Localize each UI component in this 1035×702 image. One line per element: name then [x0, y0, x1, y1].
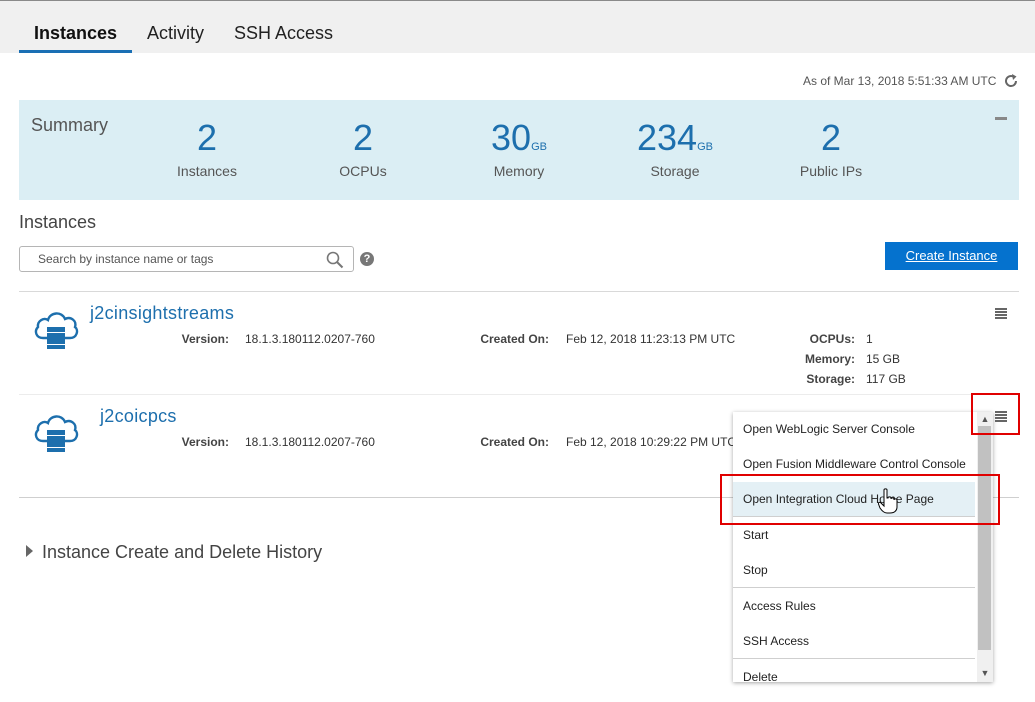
history-section-toggle[interactable]: Instance Create and Delete History	[26, 542, 322, 563]
created-value: Feb 12, 2018 11:23:13 PM UTC	[566, 332, 736, 346]
storage-label: Storage:	[806, 372, 855, 386]
metric-value: 30	[491, 117, 532, 158]
highlight-box-menu-item	[720, 474, 1000, 525]
menu-item-weblogic-console[interactable]: Open WebLogic Server Console	[743, 422, 915, 436]
menu-separator	[733, 587, 975, 588]
hand-cursor-icon	[878, 488, 898, 514]
highlight-box-menu-button	[971, 393, 1020, 435]
summary-title: Summary	[31, 115, 109, 135]
scroll-down-icon[interactable]: ▼	[977, 666, 993, 680]
menu-separator	[733, 658, 975, 659]
collapse-icon[interactable]	[995, 117, 1007, 120]
metric-unit: GB	[531, 141, 547, 153]
active-tab-indicator	[19, 50, 132, 53]
menu-item-start[interactable]: Start	[743, 528, 768, 542]
metric-label: Memory	[493, 163, 545, 179]
as-of-timestamp: As of Mar 13, 2018 5:51:33 AM UTC	[803, 74, 997, 88]
metric-label: Storage	[650, 163, 700, 179]
instance-name-link[interactable]: j2cinsightstreams	[90, 303, 234, 324]
divider	[19, 291, 1019, 292]
metric-storage: 234GB Storage	[605, 117, 745, 180]
metric-public-ips: 2 Public IPs	[761, 117, 901, 180]
menu-item-access-rules[interactable]: Access Rules	[743, 599, 816, 613]
created-value: Feb 12, 2018 10:29:22 PM UTC	[566, 435, 737, 449]
storage-value: 117 GB	[866, 372, 906, 386]
search-icon[interactable]	[325, 250, 345, 270]
tab-bar: Instances Activity SSH Access	[0, 1, 1035, 53]
expand-triangle-icon	[26, 545, 33, 557]
menu-item-ssh-access[interactable]: SSH Access	[743, 634, 809, 648]
memory-value: 15 GB	[866, 352, 901, 366]
refresh-icon[interactable]	[1002, 72, 1020, 90]
create-instance-button[interactable]: Create Instance	[885, 242, 1018, 270]
metric-memory: 30GB Memory	[449, 117, 589, 180]
menu-item-stop[interactable]: Stop	[743, 563, 768, 577]
metric-value: 2	[352, 117, 374, 158]
instance-actions-menu: Open WebLogic Server Console Open Fusion…	[733, 412, 993, 682]
metric-unit: GB	[697, 141, 713, 153]
menu-item-delete[interactable]: Delete	[743, 670, 778, 682]
help-icon[interactable]: ?	[360, 252, 374, 266]
created-label: Created On:	[480, 332, 549, 346]
created-label: Created On:	[480, 435, 549, 449]
version-value: 18.1.3.180112.0207-760	[245, 435, 375, 449]
metric-label: OCPUs	[339, 163, 387, 179]
metric-ocpus: 2 OCPUs	[293, 117, 433, 180]
instance-name-link[interactable]: j2coicpcs	[100, 406, 177, 427]
version-label: Version:	[181, 435, 229, 449]
tab-ssh-access[interactable]: SSH Access	[234, 23, 333, 44]
metric-instances: 2 Instances	[137, 117, 277, 180]
cloud-database-icon	[34, 415, 79, 452]
menu-item-fmw-control-console[interactable]: Open Fusion Middleware Control Console	[743, 457, 966, 471]
search-input[interactable]	[36, 251, 320, 267]
hamburger-menu-icon[interactable]	[994, 307, 1008, 321]
memory-label: Memory:	[804, 352, 855, 366]
tab-instances[interactable]: Instances	[34, 23, 117, 44]
instances-heading: Instances	[19, 212, 97, 232]
menu-scrollbar-thumb[interactable]	[978, 426, 991, 650]
metric-label: Instances	[177, 163, 237, 179]
summary-panel: Summary 2 Instances 2 OCPUs 30GB Memory …	[19, 100, 1019, 200]
row-divider	[19, 394, 1019, 395]
version-value: 18.1.3.180112.0207-760	[245, 332, 375, 346]
tab-activity[interactable]: Activity	[147, 23, 204, 44]
metric-label: Public IPs	[799, 163, 863, 179]
version-label: Version:	[181, 332, 229, 346]
ocpus-value: 1	[866, 332, 873, 346]
search-box	[19, 246, 354, 272]
ocpus-label: OCPUs:	[809, 332, 855, 346]
metric-value: 2	[196, 117, 218, 158]
metric-value: 2	[820, 117, 842, 158]
metric-value: 234	[637, 117, 698, 158]
cloud-database-icon	[34, 312, 79, 349]
history-title: Instance Create and Delete History	[42, 542, 323, 562]
